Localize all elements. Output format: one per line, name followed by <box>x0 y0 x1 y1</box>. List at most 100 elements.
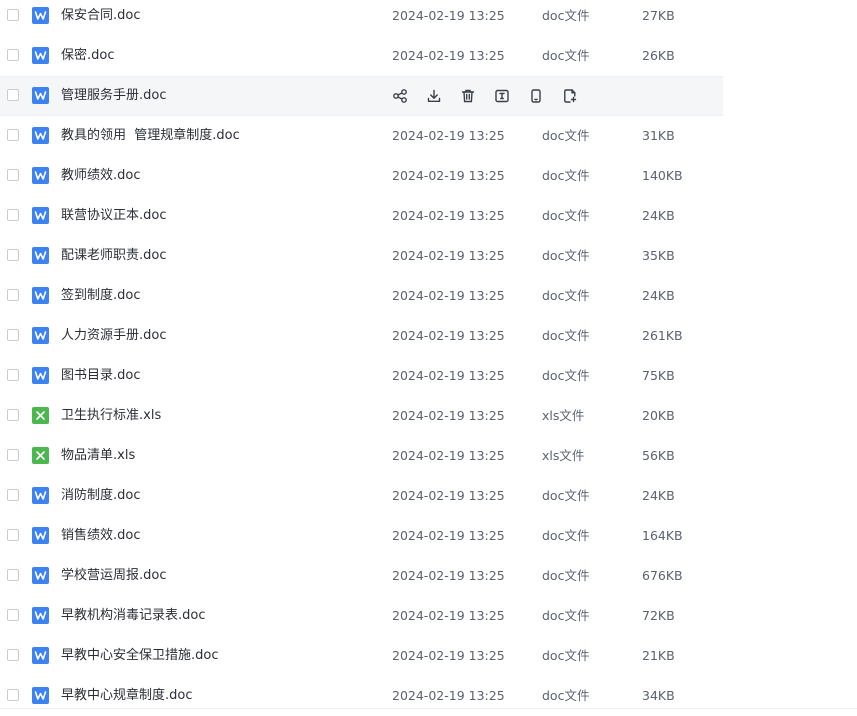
row-checkbox[interactable] <box>7 369 19 381</box>
file-row[interactable]: 教师绩效.doc 2024-02-19 13:25 doc文件 140KB <box>0 156 857 196</box>
file-type: doc文件 <box>542 168 590 183</box>
file-modified-time: 2024-02-19 13:25 <box>392 448 505 463</box>
row-checkbox[interactable] <box>7 609 19 621</box>
file-name[interactable]: 物品清单.xls <box>61 436 135 476</box>
row-checkbox[interactable] <box>7 649 19 661</box>
row-checkbox[interactable] <box>7 9 19 21</box>
word-file-icon <box>32 87 49 104</box>
file-row[interactable]: 早教中心安全保卫措施.doc 2024-02-19 13:25 doc文件 21KB <box>0 636 857 676</box>
word-file-icon <box>32 7 49 24</box>
row-checkbox[interactable] <box>7 209 19 221</box>
file-row[interactable]: 保密.doc 2024-02-19 13:25 doc文件 26KB <box>0 36 857 76</box>
file-name[interactable]: 销售绩效.doc <box>61 516 141 556</box>
file-size: 35KB <box>642 248 675 263</box>
file-name[interactable]: 人力资源手册.doc <box>61 316 167 356</box>
row-checkbox[interactable] <box>7 409 19 421</box>
file-type: xls文件 <box>542 448 585 463</box>
delete-icon[interactable] <box>460 88 476 104</box>
file-row[interactable]: 签到制度.doc 2024-02-19 13:25 doc文件 24KB <box>0 276 857 316</box>
row-checkbox[interactable] <box>7 449 19 461</box>
word-file-icon <box>32 687 49 704</box>
file-type: doc文件 <box>542 8 590 23</box>
word-file-icon <box>32 127 49 144</box>
file-modified-time: 2024-02-19 13:25 <box>392 688 505 703</box>
file-modified-time: 2024-02-19 13:25 <box>392 648 505 663</box>
row-checkbox[interactable] <box>7 689 19 701</box>
file-row[interactable]: 联营协议正本.doc 2024-02-19 13:25 doc文件 24KB <box>0 196 857 236</box>
file-modified-time: 2024-02-19 13:25 <box>392 48 505 63</box>
file-row[interactable]: 学校营运周报.doc 2024-02-19 13:25 doc文件 676KB <box>0 556 857 596</box>
file-type: doc文件 <box>542 368 590 383</box>
file-row[interactable]: 早教机构消毒记录表.doc 2024-02-19 13:25 doc文件 72KB <box>0 596 857 636</box>
file-row[interactable]: 销售绩效.doc 2024-02-19 13:25 doc文件 164KB <box>0 516 857 556</box>
file-name[interactable]: 保密.doc <box>61 36 115 76</box>
word-file-icon <box>32 207 49 224</box>
file-name[interactable]: 早教中心安全保卫措施.doc <box>61 636 219 676</box>
word-file-icon <box>32 647 49 664</box>
file-type: doc文件 <box>542 608 590 623</box>
file-row[interactable]: 配课老师职责.doc 2024-02-19 13:25 doc文件 35KB <box>0 236 857 276</box>
file-name[interactable]: 早教中心规章制度.doc <box>61 676 193 716</box>
file-size: 24KB <box>642 288 675 303</box>
file-name[interactable]: 学校营运周报.doc <box>61 556 167 596</box>
file-row[interactable]: 教具的领用 管理规章制度.doc 2024-02-19 13:25 doc文件 31K… <box>0 116 857 156</box>
file-name[interactable]: 签到制度.doc <box>61 276 141 316</box>
file-row[interactable]: 消防制度.doc 2024-02-19 13:25 doc文件 24KB <box>0 476 857 516</box>
file-modified-time: 2024-02-19 13:25 <box>392 328 505 343</box>
excel-file-icon <box>32 407 49 424</box>
file-modified-time: 2024-02-19 13:25 <box>392 368 505 383</box>
file-row[interactable]: 早教中心规章制度.doc 2024-02-19 13:25 doc文件 34KB <box>0 676 857 716</box>
row-checkbox[interactable] <box>7 329 19 341</box>
file-modified-time: 2024-02-19 13:25 <box>392 608 505 623</box>
file-row[interactable]: 保安合同.doc 2024-02-19 13:25 doc文件 27KB <box>0 0 857 36</box>
file-type: doc文件 <box>542 488 590 503</box>
row-checkbox[interactable] <box>7 529 19 541</box>
row-checkbox[interactable] <box>7 129 19 141</box>
file-name[interactable]: 配课老师职责.doc <box>61 236 167 276</box>
file-type: doc文件 <box>542 648 590 663</box>
file-row[interactable]: 管理服务手册.doc <box>0 76 857 116</box>
file-size: 261KB <box>642 328 683 343</box>
row-checkbox[interactable] <box>7 289 19 301</box>
row-checkbox[interactable] <box>7 569 19 581</box>
row-checkbox[interactable] <box>7 169 19 181</box>
file-list: 保安合同.doc 2024-02-19 13:25 doc文件 27KB 保密.doc 2… <box>0 0 857 716</box>
copy-file-icon[interactable] <box>562 88 578 104</box>
mobile-icon[interactable] <box>528 88 544 104</box>
word-file-icon <box>32 607 49 624</box>
file-name[interactable]: 早教机构消毒记录表.doc <box>61 596 206 636</box>
file-row[interactable]: 图书目录.doc 2024-02-19 13:25 doc文件 75KB <box>0 356 857 396</box>
row-checkbox[interactable] <box>7 489 19 501</box>
row-checkbox[interactable] <box>7 49 19 61</box>
file-name[interactable]: 保安合同.doc <box>61 0 141 36</box>
file-size: 24KB <box>642 208 675 223</box>
file-name[interactable]: 教师绩效.doc <box>61 156 141 196</box>
file-name[interactable]: 管理服务手册.doc <box>61 76 167 116</box>
row-checkbox[interactable] <box>7 249 19 261</box>
file-type: doc文件 <box>542 528 590 543</box>
word-file-icon <box>32 287 49 304</box>
word-file-icon <box>32 247 49 264</box>
row-checkbox[interactable] <box>7 89 19 101</box>
file-name[interactable]: 教具的领用 管理规章制度.doc <box>61 116 240 156</box>
file-row[interactable]: 物品清单.xls 2024-02-19 13:25 xls文件 56KB <box>0 436 857 476</box>
file-name[interactable]: 卫生执行标准.xls <box>61 396 161 436</box>
file-size: 72KB <box>642 608 675 623</box>
file-name[interactable]: 消防制度.doc <box>61 476 141 516</box>
file-type: doc文件 <box>542 48 590 63</box>
file-modified-time: 2024-02-19 13:25 <box>392 488 505 503</box>
file-name[interactable]: 图书目录.doc <box>61 356 141 396</box>
file-modified-time: 2024-02-19 13:25 <box>392 128 505 143</box>
file-type: doc文件 <box>542 248 590 263</box>
list-bottom-divider <box>0 708 857 709</box>
download-icon[interactable] <box>426 88 442 104</box>
file-name[interactable]: 联营协议正本.doc <box>61 196 167 236</box>
file-row[interactable]: 卫生执行标准.xls 2024-02-19 13:25 xls文件 20KB <box>0 396 857 436</box>
file-row[interactable]: 人力资源手册.doc 2024-02-19 13:25 doc文件 261KB <box>0 316 857 356</box>
word-file-icon <box>32 327 49 344</box>
file-modified-time: 2024-02-19 13:25 <box>392 288 505 303</box>
file-modified-time: 2024-02-19 13:25 <box>392 8 505 23</box>
share-icon[interactable] <box>392 88 408 104</box>
file-type: xls文件 <box>542 408 585 423</box>
rename-icon[interactable] <box>494 88 510 104</box>
